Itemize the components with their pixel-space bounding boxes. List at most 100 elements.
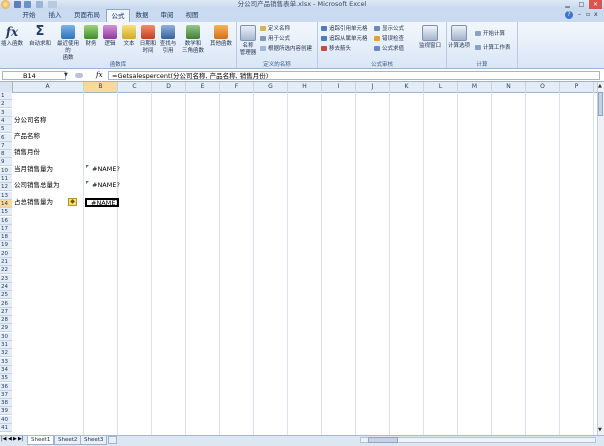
row-header-12[interactable]: 12: [0, 183, 12, 192]
row-header-31[interactable]: 31: [0, 341, 12, 349]
tab-formulas[interactable]: 公式: [106, 9, 130, 22]
name-box-dropdown-icon[interactable]: ▼: [64, 72, 68, 78]
scroll-down-icon[interactable]: ▼: [598, 427, 602, 433]
tab-home[interactable]: 开始: [20, 9, 38, 22]
row-header-13[interactable]: 13: [0, 191, 12, 200]
row-header-38[interactable]: 38: [0, 399, 12, 408]
row-header-15[interactable]: 15: [0, 208, 12, 217]
horizontal-scroll-thumb[interactable]: [368, 437, 398, 443]
row-header-7[interactable]: 7: [0, 141, 12, 150]
ribbon-restore-icon[interactable]: ▫: [586, 11, 590, 18]
cell-b12[interactable]: #NAME?: [92, 181, 120, 189]
insert-function-button[interactable]: fx 插入函数: [1, 24, 23, 58]
column-header-i[interactable]: I: [322, 82, 356, 92]
row-header-2[interactable]: 2: [0, 100, 12, 109]
name-box[interactable]: B14: [2, 71, 66, 80]
tab-insert[interactable]: 插入: [46, 9, 64, 22]
trace-dependents-button[interactable]: 追踪从属单元格: [321, 36, 368, 43]
logical-button[interactable]: 逻辑: [101, 24, 119, 58]
sheet-tab-sheet1[interactable]: Sheet1: [27, 436, 55, 445]
row-header-32[interactable]: 32: [0, 349, 12, 358]
tab-page-layout[interactable]: 页面布局: [72, 9, 102, 22]
ribbon-minimize-icon[interactable]: –: [578, 11, 581, 18]
row-header-19[interactable]: 19: [0, 241, 12, 250]
row-header-34[interactable]: 34: [0, 365, 12, 374]
autosum-button[interactable]: Σ 自动求和: [27, 24, 53, 58]
watch-window-button[interactable]: 监视窗口: [416, 24, 444, 58]
row-header-25[interactable]: 25: [0, 291, 12, 300]
maximize-icon[interactable]: □: [575, 0, 588, 9]
error-warning-icon[interactable]: ◆: [68, 198, 77, 206]
column-header-a[interactable]: A: [12, 82, 84, 92]
sheet-nav-next-icon[interactable]: ▶: [13, 436, 17, 442]
row-header-6[interactable]: 6: [0, 133, 12, 142]
insert-sheet-icon[interactable]: [108, 436, 117, 444]
column-header-c[interactable]: C: [118, 82, 152, 92]
column-header-m[interactable]: M: [458, 82, 492, 92]
help-icon[interactable]: ?: [565, 11, 573, 19]
row-header-41[interactable]: 41: [0, 424, 12, 432]
row-header-30[interactable]: 30: [0, 332, 12, 341]
row-header-26[interactable]: 26: [0, 299, 12, 308]
create-from-selection-button[interactable]: 根据所选内容创建: [260, 46, 312, 53]
show-formulas-button[interactable]: 显示公式: [374, 26, 404, 33]
row-header-9[interactable]: 9: [0, 158, 12, 167]
tab-data[interactable]: 数据: [133, 9, 151, 22]
column-header-l[interactable]: L: [424, 82, 458, 92]
trace-precedents-button[interactable]: 追踪引用单元格: [321, 26, 368, 33]
column-header-p[interactable]: P: [560, 82, 594, 92]
row-header-23[interactable]: 23: [0, 274, 12, 283]
datetime-button[interactable]: 日期和 时间: [138, 24, 158, 58]
row-header-29[interactable]: 29: [0, 324, 12, 333]
scroll-up-icon[interactable]: ▲: [598, 83, 602, 89]
cell-a12[interactable]: 公司销售总量为: [14, 181, 60, 189]
sheet-tab-sheet2[interactable]: Sheet2: [54, 436, 82, 445]
cell-a14[interactable]: 占总销售量为: [14, 198, 53, 206]
scroll-thumb[interactable]: [598, 92, 603, 116]
tab-view[interactable]: 视图: [183, 9, 201, 22]
cell-b10[interactable]: #NAME?: [92, 165, 120, 173]
row-header-24[interactable]: 24: [0, 282, 12, 291]
row-header-21[interactable]: 21: [0, 258, 12, 266]
use-in-formula-button[interactable]: 用于公式: [260, 36, 290, 43]
row-header-27[interactable]: 27: [0, 307, 12, 316]
row-header-11[interactable]: 11: [0, 175, 12, 183]
minimize-icon[interactable]: ▁: [561, 0, 574, 9]
row-header-8[interactable]: 8: [0, 150, 12, 159]
close-icon[interactable]: ✕: [589, 0, 602, 9]
column-header-k[interactable]: K: [390, 82, 424, 92]
column-header-d[interactable]: D: [152, 82, 186, 92]
row-header-1[interactable]: 1: [0, 92, 12, 100]
row-header-36[interactable]: 36: [0, 382, 12, 391]
row-header-20[interactable]: 20: [0, 249, 12, 258]
formula-input[interactable]: =Getsalespercent(分公司名称, 产品名称, 销售月份): [108, 71, 600, 80]
row-header-28[interactable]: 28: [0, 316, 12, 325]
sheet-tab-sheet3[interactable]: Sheet3: [80, 436, 108, 445]
row-header-33[interactable]: 33: [0, 357, 12, 366]
cell-a6[interactable]: 产品名称: [14, 132, 40, 140]
column-header-b[interactable]: B: [84, 82, 118, 92]
cell-a10[interactable]: 当月销售量为: [14, 165, 53, 173]
row-header-18[interactable]: 18: [0, 233, 12, 242]
cell-a8[interactable]: 销售月份: [14, 148, 40, 156]
row-header-35[interactable]: 35: [0, 374, 12, 383]
text-button[interactable]: 文本: [120, 24, 138, 58]
error-checking-button[interactable]: 错误检查: [374, 36, 404, 43]
column-header-f[interactable]: F: [220, 82, 254, 92]
cell-b14[interactable]: #NAME?: [85, 198, 119, 207]
calc-now-button[interactable]: 开始计算: [475, 31, 505, 38]
column-header-g[interactable]: G: [254, 82, 288, 92]
remove-arrows-button[interactable]: 移去箭头: [321, 46, 351, 53]
sheet-nav-last-icon[interactable]: ▶|: [18, 436, 24, 442]
calc-options-button[interactable]: 计算选项: [447, 24, 471, 58]
fx-button[interactable]: fx: [96, 71, 103, 80]
calc-sheet-button[interactable]: 计算工作表: [475, 45, 511, 52]
row-header-3[interactable]: 3: [0, 108, 12, 117]
row-header-37[interactable]: 37: [0, 390, 12, 399]
name-manager-button[interactable]: 名称 管理器: [238, 24, 258, 58]
cell-a4[interactable]: 分公司名称: [14, 116, 47, 124]
sheet-nav-first-icon[interactable]: |◀: [1, 436, 7, 442]
row-header-4[interactable]: 4: [0, 116, 12, 125]
row-header-16[interactable]: 16: [0, 216, 12, 225]
column-header-h[interactable]: H: [288, 82, 322, 92]
